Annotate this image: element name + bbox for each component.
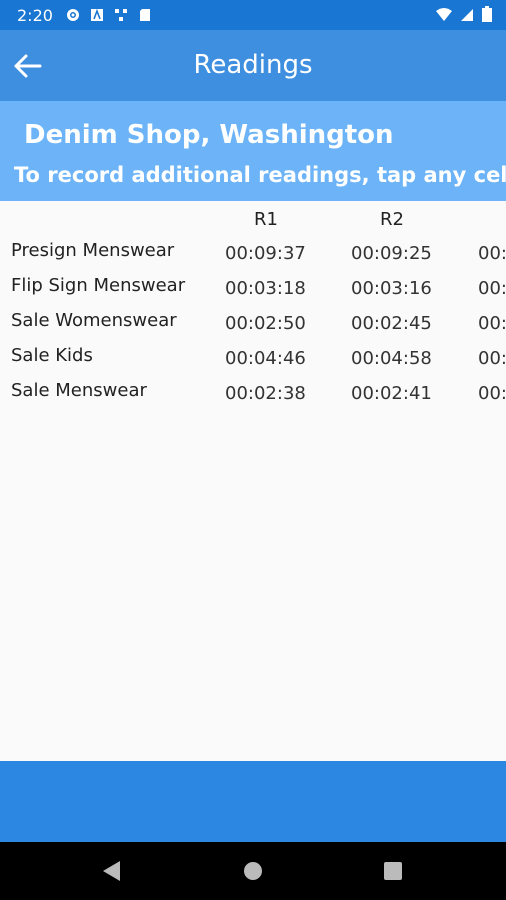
reading-cell[interactable]: 00:03:16 bbox=[351, 278, 432, 299]
recents-square-icon[interactable] bbox=[379, 857, 407, 885]
signal-icon bbox=[460, 7, 474, 26]
reading-cell[interactable]: 00: bbox=[478, 243, 506, 264]
column-header-r2: R2 bbox=[380, 209, 404, 230]
row-label: Sale Kids bbox=[11, 345, 93, 366]
system-nav-bar bbox=[0, 842, 506, 900]
row-label: Sale Menswear bbox=[11, 380, 147, 401]
reading-cell[interactable]: 00:03:18 bbox=[225, 278, 306, 299]
reading-cell[interactable]: 00: bbox=[478, 383, 506, 404]
row-label: Flip Sign Menswear bbox=[11, 275, 186, 296]
shop-name: Denim Shop, Washington bbox=[24, 120, 394, 150]
reading-cell[interactable]: 00: bbox=[478, 278, 506, 299]
text-box-icon bbox=[90, 7, 104, 21]
shop-hint: To record additional readings, tap any c… bbox=[14, 163, 506, 187]
shop-header: Denim Shop, Washington To record additio… bbox=[0, 101, 506, 201]
reading-cell[interactable]: 00: bbox=[478, 313, 506, 334]
settings-icon bbox=[66, 7, 80, 21]
reading-cell[interactable]: 00:02:45 bbox=[351, 313, 432, 334]
reading-cell[interactable]: 00:02:41 bbox=[351, 383, 432, 404]
readings-table: R1 R2 Presign Menswear 00:09:37 00:09:25… bbox=[0, 201, 506, 761]
status-bar: 2:20 bbox=[0, 0, 506, 30]
reading-cell[interactable]: 00:09:25 bbox=[351, 243, 432, 264]
sd-card-icon bbox=[138, 7, 152, 21]
column-header-r1: R1 bbox=[254, 209, 278, 230]
row-label: Presign Menswear bbox=[11, 240, 175, 261]
wifi-icon bbox=[436, 7, 452, 26]
reading-cell[interactable]: 00:04:58 bbox=[351, 348, 432, 369]
home-circle-icon[interactable] bbox=[239, 857, 267, 885]
bottom-bar bbox=[0, 761, 506, 842]
back-triangle-icon[interactable] bbox=[98, 857, 126, 885]
network-icon bbox=[114, 7, 128, 21]
reading-cell[interactable]: 00:04:46 bbox=[225, 348, 306, 369]
app-bar: Readings bbox=[0, 30, 506, 101]
page-title: Readings bbox=[193, 50, 313, 80]
battery-icon bbox=[482, 6, 492, 26]
reading-cell[interactable]: 00:02:38 bbox=[225, 383, 306, 404]
reading-cell[interactable]: 00:09:37 bbox=[225, 243, 306, 264]
status-time: 2:20 bbox=[17, 6, 53, 25]
row-label: Sale Womenswear bbox=[11, 310, 177, 331]
reading-cell[interactable]: 00:02:50 bbox=[225, 313, 306, 334]
reading-cell[interactable]: 00: bbox=[478, 348, 506, 369]
